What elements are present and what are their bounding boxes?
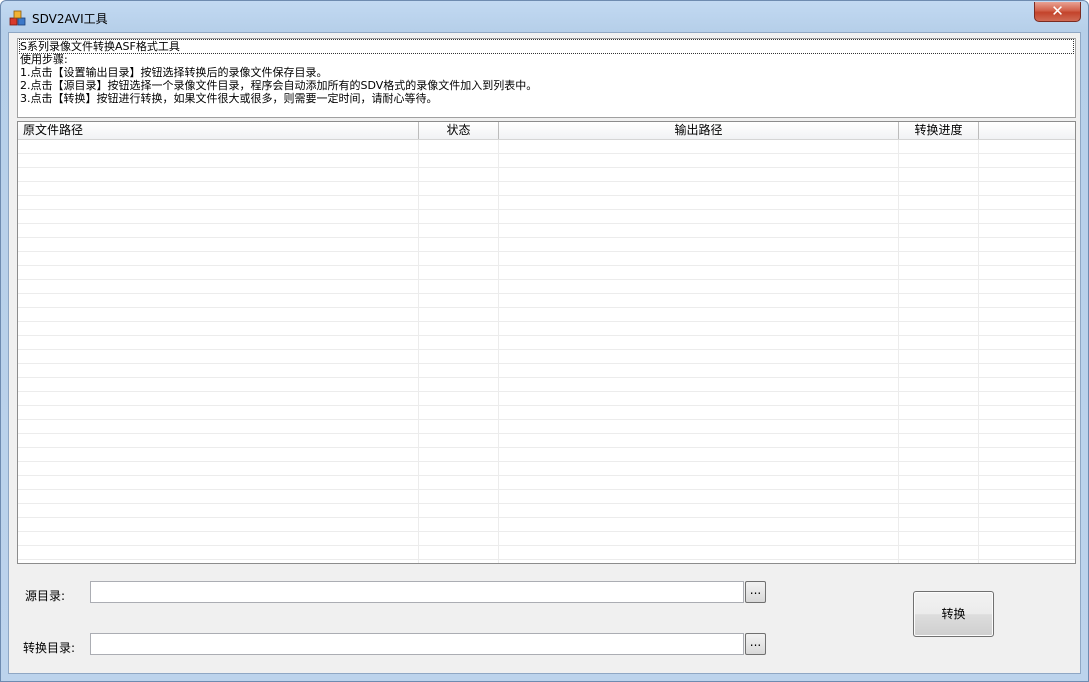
instructions-textbox[interactable]: S系列录像文件转换ASF格式工具 使用步骤: 1.点击【设置输出目录】按钮选择转… [17, 38, 1076, 118]
title-bar[interactable]: SDV2AVI工具 ✕ [1, 1, 1088, 33]
source-dir-input[interactable] [90, 581, 744, 603]
instruction-line: 2.点击【源目录】按钮选择一个录像文件目录，程序会自动添加所有的SDV格式的录像… [20, 79, 538, 92]
client-area: S系列录像文件转换ASF格式工具 使用步骤: 1.点击【设置输出目录】按钮选择转… [8, 32, 1081, 674]
app-window: SDV2AVI工具 ✕ S系列录像文件转换ASF格式工具 使用步骤: 1.点击【… [0, 0, 1089, 682]
instruction-line: S系列录像文件转换ASF格式工具 [19, 39, 1074, 54]
source-dir-label: 源目录: [25, 589, 66, 603]
output-dir-label: 转换目录: [23, 641, 76, 655]
column-header-progress[interactable]: 转换进度 [899, 122, 979, 139]
list-header: 原文件路径 状态 输出路径 转换进度 [18, 122, 1075, 140]
column-divider [978, 140, 979, 563]
instruction-line: 1.点击【设置输出目录】按钮选择转换后的录像文件保存目录。 [20, 66, 328, 79]
column-divider [418, 140, 419, 563]
close-button[interactable]: ✕ [1034, 2, 1081, 22]
window-title: SDV2AVI工具 [32, 12, 108, 26]
column-divider [498, 140, 499, 563]
column-header-status[interactable]: 状态 [419, 122, 499, 139]
column-divider [898, 140, 899, 563]
output-dir-browse-button[interactable]: ... [745, 633, 766, 655]
file-list[interactable]: 原文件路径 状态 输出路径 转换进度 [17, 121, 1076, 564]
column-header-source-path[interactable]: 原文件路径 [18, 122, 419, 139]
output-dir-input[interactable] [90, 633, 744, 655]
instruction-line: 3.点击【转换】按钮进行转换，如果文件很大或很多，则需要一定时间，请耐心等待。 [20, 92, 438, 105]
convert-button[interactable]: 转换 [913, 591, 994, 637]
close-icon: ✕ [1051, 2, 1064, 20]
app-icon [9, 10, 26, 26]
source-dir-browse-button[interactable]: ... [745, 581, 766, 603]
instruction-line: 使用步骤: [20, 53, 68, 66]
column-header-output-path[interactable]: 输出路径 [499, 122, 899, 139]
list-rows [18, 140, 1075, 563]
